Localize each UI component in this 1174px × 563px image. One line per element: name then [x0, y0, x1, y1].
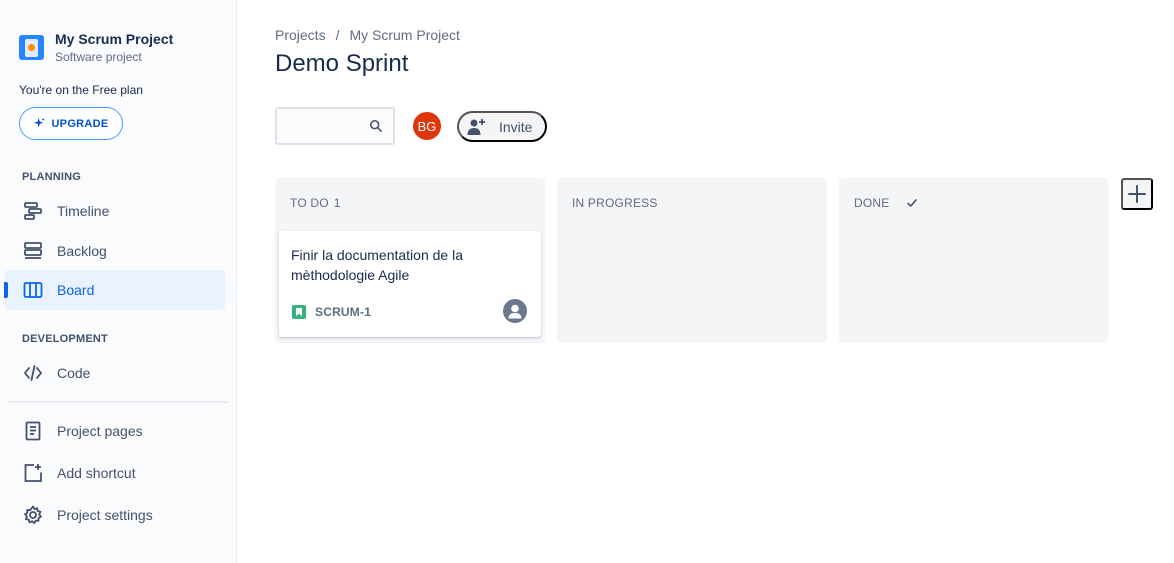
breadcrumb-separator: /: [335, 27, 340, 43]
add-person-icon: [467, 118, 485, 135]
page-title: Demo Sprint: [275, 50, 409, 77]
invite-label: Invite: [499, 118, 533, 135]
add-column-button[interactable]: [1121, 178, 1153, 210]
upgrade-button[interactable]: UPGRADE: [19, 107, 123, 140]
search-box[interactable]: [275, 107, 395, 145]
backlog-icon: [24, 242, 42, 259]
column-header: IN PROGRESS: [572, 196, 658, 210]
issue-card[interactable]: Finir la documentation de la mèthodologi…: [279, 231, 541, 337]
search-input[interactable]: [277, 109, 367, 143]
sidebar-item-label: Project pages: [57, 423, 143, 439]
sidebar-item-timeline[interactable]: Timeline: [5, 191, 225, 231]
column-header: TO DO 1: [290, 196, 341, 210]
page-icon: [25, 421, 41, 441]
breadcrumb-project-link[interactable]: My Scrum Project: [349, 27, 459, 43]
unassigned-avatar-icon[interactable]: [503, 299, 527, 323]
project-avatar: [19, 35, 44, 60]
search-icon: [369, 119, 383, 133]
breadcrumb: Projects / My Scrum Project: [275, 27, 460, 43]
column-title: TO DO: [290, 196, 329, 210]
member-avatar[interactable]: BG: [411, 110, 443, 142]
sidebar-item-code[interactable]: Code: [5, 353, 225, 393]
sidebar-item-project-settings[interactable]: Project settings: [5, 495, 225, 535]
issue-key-row: SCRUM-1: [291, 304, 371, 320]
column-title: IN PROGRESS: [572, 196, 658, 210]
sidebar-item-label: Code: [57, 365, 91, 381]
sidebar-item-label: Backlog: [57, 243, 107, 259]
project-type: Software project: [55, 50, 142, 64]
gear-icon: [24, 505, 42, 524]
check-icon: [907, 199, 918, 207]
breadcrumb-projects-link[interactable]: Projects: [275, 27, 326, 43]
story-icon: [292, 305, 306, 319]
sidebar-item-project-pages[interactable]: Project pages: [5, 411, 225, 451]
sidebar-item-label: Timeline: [57, 203, 110, 219]
sidebar-item-label: Project settings: [57, 507, 153, 523]
issue-title: Finir la documentation de la mèthodologi…: [291, 247, 463, 283]
sidebar-item-label: Add shortcut: [57, 465, 136, 481]
sidebar-item-board[interactable]: Board: [4, 270, 225, 310]
timeline-icon: [24, 202, 42, 220]
issue-key: SCRUM-1: [315, 305, 372, 319]
upgrade-label: UPGRADE: [51, 117, 109, 130]
column-title: DONE: [854, 196, 890, 210]
plan-text: You're on the Free plan: [19, 83, 143, 97]
board-column-done: DONE: [839, 178, 1109, 343]
project-header[interactable]: My Scrum Project Software project: [19, 31, 173, 64]
column-header: DONE: [854, 196, 918, 210]
sidebar-divider: [8, 401, 227, 403]
sidebar: My Scrum Project Software project You're…: [0, 0, 237, 563]
sparkle-icon: [34, 117, 46, 128]
code-icon: [23, 365, 43, 381]
add-shortcut-icon: [24, 464, 42, 482]
sidebar-item-backlog[interactable]: Backlog: [5, 231, 225, 271]
plus-icon: [1128, 185, 1146, 203]
sidebar-item-label: Board: [57, 282, 95, 298]
invite-button[interactable]: Invite: [457, 111, 547, 142]
project-name: My Scrum Project: [55, 31, 174, 47]
column-count: 1: [333, 196, 341, 210]
board-column-todo: TO DO 1 Finir la documentation de la mèt…: [275, 178, 545, 343]
board-column-in-progress: IN PROGRESS: [557, 178, 827, 343]
sidebar-item-add-shortcut[interactable]: Add shortcut: [5, 453, 225, 493]
planning-section-label: PLANNING: [22, 171, 82, 183]
board-icon: [23, 282, 43, 298]
development-section-label: DEVELOPMENT: [22, 333, 108, 345]
